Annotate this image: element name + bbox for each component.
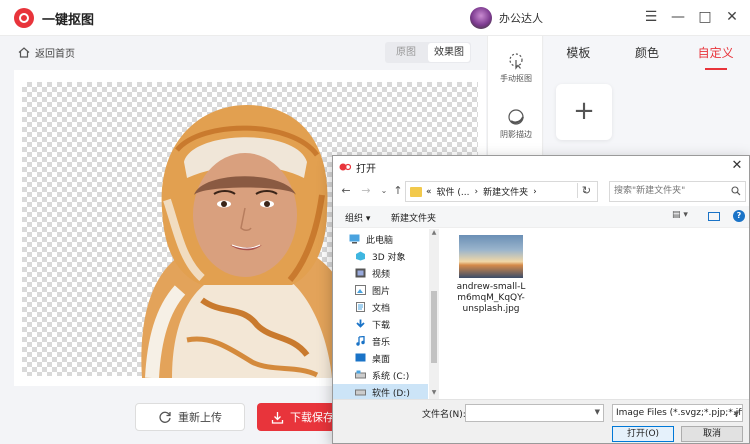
tab-custom[interactable]: 自定义 bbox=[681, 36, 750, 70]
chevron-down-icon[interactable]: ▼ bbox=[734, 406, 739, 421]
new-folder-button[interactable]: 新建文件夹 bbox=[391, 211, 436, 224]
open-button[interactable]: 打开(O) bbox=[612, 426, 674, 442]
download-label[interactable]: 下载保存 bbox=[290, 409, 334, 425]
tab-templates[interactable]: 模板 bbox=[544, 36, 613, 70]
download-icon bbox=[271, 411, 284, 424]
scroll-up-icon[interactable]: ▲ bbox=[429, 229, 439, 239]
file-list: andrew-small-L m6mqM_KqQY-unsplash.jpg bbox=[443, 229, 749, 399]
desktop-icon bbox=[355, 353, 366, 362]
nav-item-music[interactable]: 音乐 bbox=[333, 333, 428, 349]
address-separator: › bbox=[474, 186, 479, 197]
filename-label: 文件名(N): bbox=[422, 410, 466, 420]
file-name[interactable]: andrew-small-L m6mqM_KqQY-unsplash.jpg bbox=[457, 282, 526, 314]
video-icon bbox=[355, 268, 366, 278]
address-crumb-drive[interactable]: 软件 (... bbox=[437, 185, 470, 198]
address-crumb-folder[interactable]: 新建文件夹 bbox=[483, 185, 528, 198]
cube-icon bbox=[356, 251, 365, 261]
drive-icon bbox=[355, 370, 366, 379]
address-bar[interactable]: « 软件 (... › 新建文件夹 › ⌄ bbox=[405, 181, 598, 202]
filename-input[interactable]: ▼ bbox=[465, 404, 604, 422]
cutout-person-image bbox=[141, 105, 362, 378]
computer-icon bbox=[349, 234, 360, 244]
view-toggle[interactable]: 原图 效果图 bbox=[385, 42, 471, 63]
background-tabs: 模板 颜色 自定义 bbox=[544, 36, 750, 70]
original-view-tab[interactable]: 原图 bbox=[385, 42, 427, 63]
dialog-close-button[interactable]: ✕ bbox=[729, 158, 745, 174]
add-custom-background-button[interactable]: + bbox=[556, 84, 612, 140]
logo-icon bbox=[14, 8, 34, 28]
tab-colors[interactable]: 颜色 bbox=[613, 36, 682, 70]
menu-icon[interactable]: ☰ bbox=[643, 9, 659, 25]
search-input[interactable]: 搜索"新建文件夹" bbox=[609, 181, 746, 202]
title-bar: 一键抠图 办公达人 ☰ — □ ✕ bbox=[0, 0, 750, 36]
folder-icon bbox=[410, 186, 422, 197]
file-item[interactable]: andrew-small-L m6mqM_KqQY-unsplash.jpg bbox=[451, 235, 531, 315]
app-logo: 一键抠图 bbox=[14, 8, 94, 28]
nav-item-documents[interactable]: 文档 bbox=[333, 299, 428, 315]
search-placeholder[interactable]: 搜索"新建文件夹" bbox=[614, 186, 685, 196]
file-thumbnail[interactable] bbox=[459, 235, 523, 278]
recent-dropdown-icon[interactable]: ⌄ bbox=[377, 184, 391, 198]
download-icon bbox=[356, 319, 365, 328]
document-icon bbox=[356, 302, 365, 312]
manual-cutout-tool[interactable]: 手动抠图 bbox=[488, 52, 544, 84]
home-icon bbox=[18, 47, 30, 58]
dialog-navigation-row: ← → ⌄ ↑ « 软件 (... › 新建文件夹 › ⌄ ↻ 搜索"新建文件夹… bbox=[333, 180, 749, 204]
result-view-tab[interactable]: 效果图 bbox=[428, 43, 470, 62]
nav-item-videos[interactable]: 视频 bbox=[333, 265, 428, 281]
nav-item-drive-d[interactable]: 软件 (D:) bbox=[333, 384, 428, 400]
chevron-down-icon[interactable]: ▼ bbox=[595, 408, 600, 416]
organize-menu[interactable]: 组织 ▾ bbox=[345, 211, 370, 224]
navigation-pane: 此电脑 3D 对象 视频 图片 文档 下载 音乐 桌面 系统 (C:) 软件 (… bbox=[333, 229, 441, 400]
nav-item-desktop[interactable]: 桌面 bbox=[333, 350, 428, 366]
close-button[interactable]: ✕ bbox=[724, 9, 740, 25]
minimize-button[interactable]: — bbox=[670, 9, 686, 25]
address-separator: › bbox=[533, 186, 537, 197]
back-home-label[interactable]: 返回首页 bbox=[35, 45, 75, 60]
shadow-outline-tool[interactable]: 阴影描边 bbox=[488, 108, 544, 140]
search-icon bbox=[731, 186, 741, 196]
address-overflow[interactable]: « bbox=[426, 187, 432, 197]
refresh-icon bbox=[159, 411, 171, 423]
view-options-icon[interactable]: ▤ ▾ bbox=[672, 210, 694, 223]
back-arrow-icon[interactable]: ← bbox=[339, 184, 353, 198]
cancel-button[interactable]: 取消 bbox=[681, 426, 743, 442]
help-icon[interactable]: ? bbox=[733, 210, 745, 222]
user-name[interactable]: 办公达人 bbox=[499, 10, 543, 26]
maximize-button[interactable]: □ bbox=[697, 9, 713, 25]
nav-item-3d-objects[interactable]: 3D 对象 bbox=[333, 248, 428, 264]
nav-item-downloads[interactable]: 下载 bbox=[333, 316, 428, 332]
nav-item-this-pc[interactable]: 此电脑 bbox=[333, 231, 428, 247]
dialog-bottom-bar: 文件名(N): ▼ Image Files (*.svgz;*.pjp;*.jf… bbox=[333, 399, 749, 443]
preview-pane-icon[interactable] bbox=[708, 212, 720, 221]
dialog-title-bar: 打开 bbox=[333, 156, 749, 178]
avatar[interactable] bbox=[470, 7, 492, 29]
reupload-label[interactable]: 重新上传 bbox=[178, 409, 222, 425]
scrollbar-thumb[interactable] bbox=[431, 291, 437, 363]
back-home-link[interactable]: 返回首页 bbox=[18, 45, 75, 60]
app-name: 一键抠图 bbox=[42, 12, 95, 28]
dialog-toolbar: 组织 ▾ 新建文件夹 ▤ ▾ ? bbox=[333, 206, 749, 228]
shadow-icon bbox=[508, 109, 524, 125]
up-arrow-icon[interactable]: ↑ bbox=[391, 184, 405, 198]
cursor-icon bbox=[509, 53, 523, 70]
nav-item-pictures[interactable]: 图片 bbox=[333, 282, 428, 298]
nav-item-drive-c[interactable]: 系统 (C:) bbox=[333, 367, 428, 383]
forward-arrow-icon[interactable]: → bbox=[359, 184, 373, 198]
open-file-dialog: 打开 ✕ ← → ⌄ ↑ « 软件 (... › 新建文件夹 › ⌄ ↻ 搜索"… bbox=[332, 155, 750, 444]
dialog-title: 打开 bbox=[356, 163, 376, 175]
scroll-down-icon[interactable]: ▼ bbox=[429, 389, 439, 399]
filetype-select[interactable]: Image Files (*.svgz;*.pjp;*.jfif ▼ bbox=[612, 404, 743, 422]
refresh-icon[interactable]: ↻ bbox=[577, 183, 595, 198]
app-small-icon bbox=[339, 163, 351, 171]
drive-icon bbox=[355, 389, 366, 396]
manual-cutout-label[interactable]: 手动抠图 bbox=[500, 74, 532, 83]
reupload-button[interactable]: 重新上传 bbox=[135, 403, 245, 431]
user-profile[interactable]: 办公达人 bbox=[470, 7, 543, 29]
music-icon bbox=[356, 336, 365, 346]
shadow-outline-label[interactable]: 阴影描边 bbox=[500, 130, 532, 139]
navigation-scrollbar[interactable]: ▲ ▼ bbox=[429, 229, 439, 399]
picture-icon bbox=[355, 285, 366, 295]
